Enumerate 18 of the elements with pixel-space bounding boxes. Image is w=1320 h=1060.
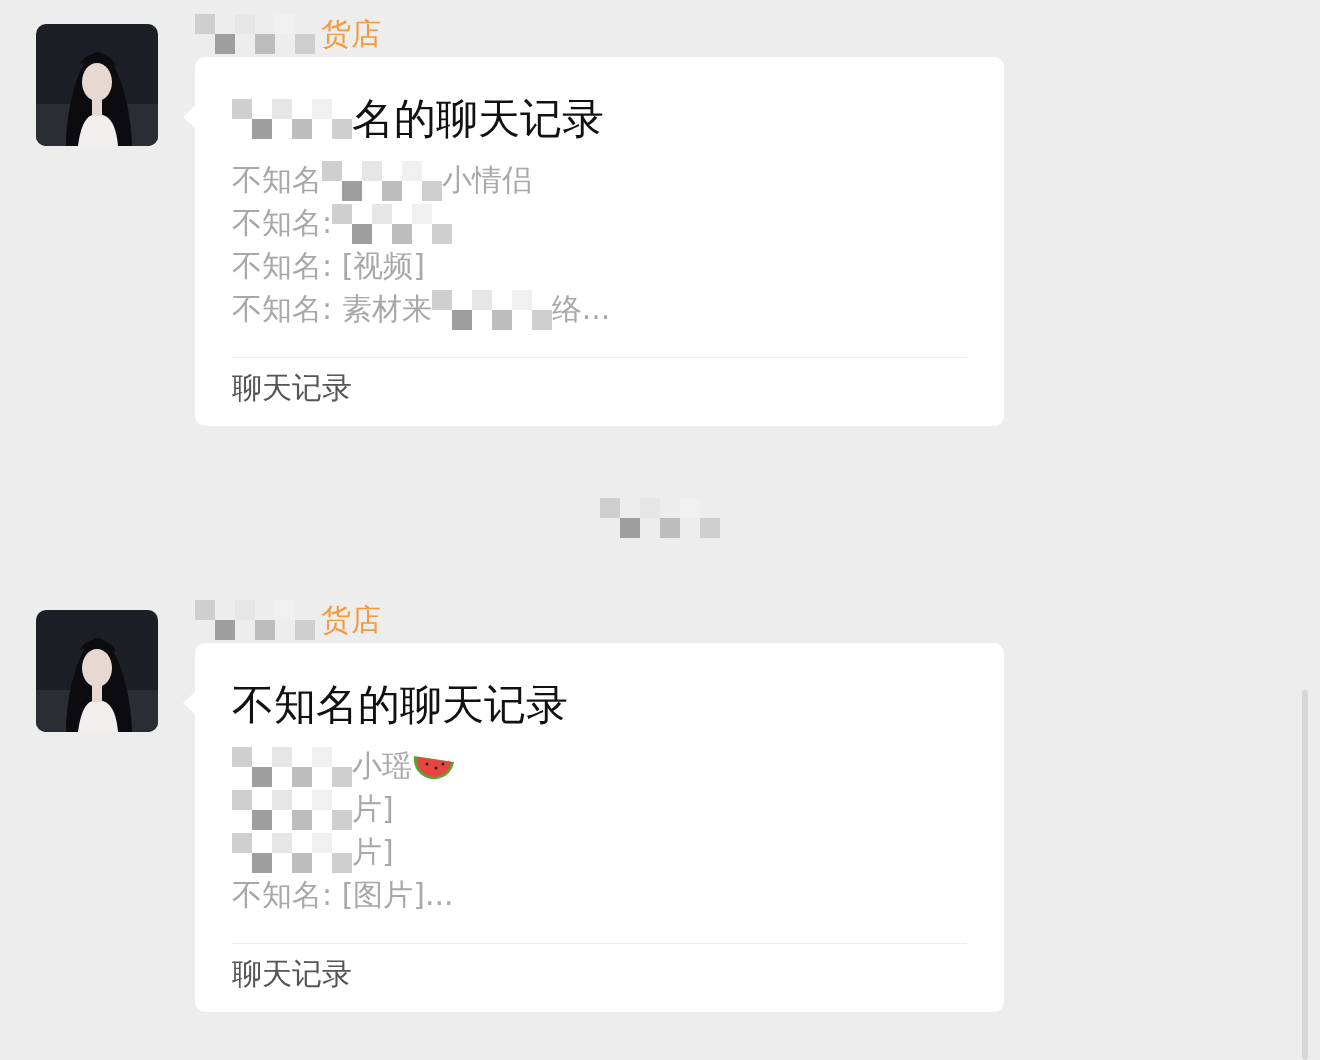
message-preview: 小情侣 <box>442 161 532 199</box>
message-preview: 不知名: <box>232 204 333 242</box>
message-preview: 不知名 <box>232 161 322 199</box>
card-footer-label: 聊天记录 <box>232 368 352 407</box>
message-preview: 片] <box>352 790 394 828</box>
message-preview: 不知名: 素材来 <box>232 290 432 328</box>
message-preview: 不知名: [图片]... <box>232 876 454 914</box>
card-title: 不知名的聊天记录 <box>232 679 568 731</box>
message-preview: 络... <box>551 290 611 328</box>
chat-record-card[interactable]: 不知名的聊天记录 小瑶 片] 片] 不知名: [图片]... 聊天记录 <box>195 643 1004 1012</box>
card-footer-label: 聊天记录 <box>232 954 352 993</box>
sender-name: 货店 <box>321 14 381 53</box>
message-preview: 小瑶 <box>352 747 412 785</box>
message-preview: 不知名: [视频] <box>232 247 426 285</box>
chat-record-card[interactable]: 名的聊天记录 不知名 小情侣 不知名: 不知名: [视频] 不知名: 素材来 络... 聊天记录 <box>195 57 1004 426</box>
message-preview: 片] <box>352 833 394 871</box>
sender-name: 货店 <box>321 600 381 639</box>
card-title: 名的聊天记录 <box>352 93 604 145</box>
